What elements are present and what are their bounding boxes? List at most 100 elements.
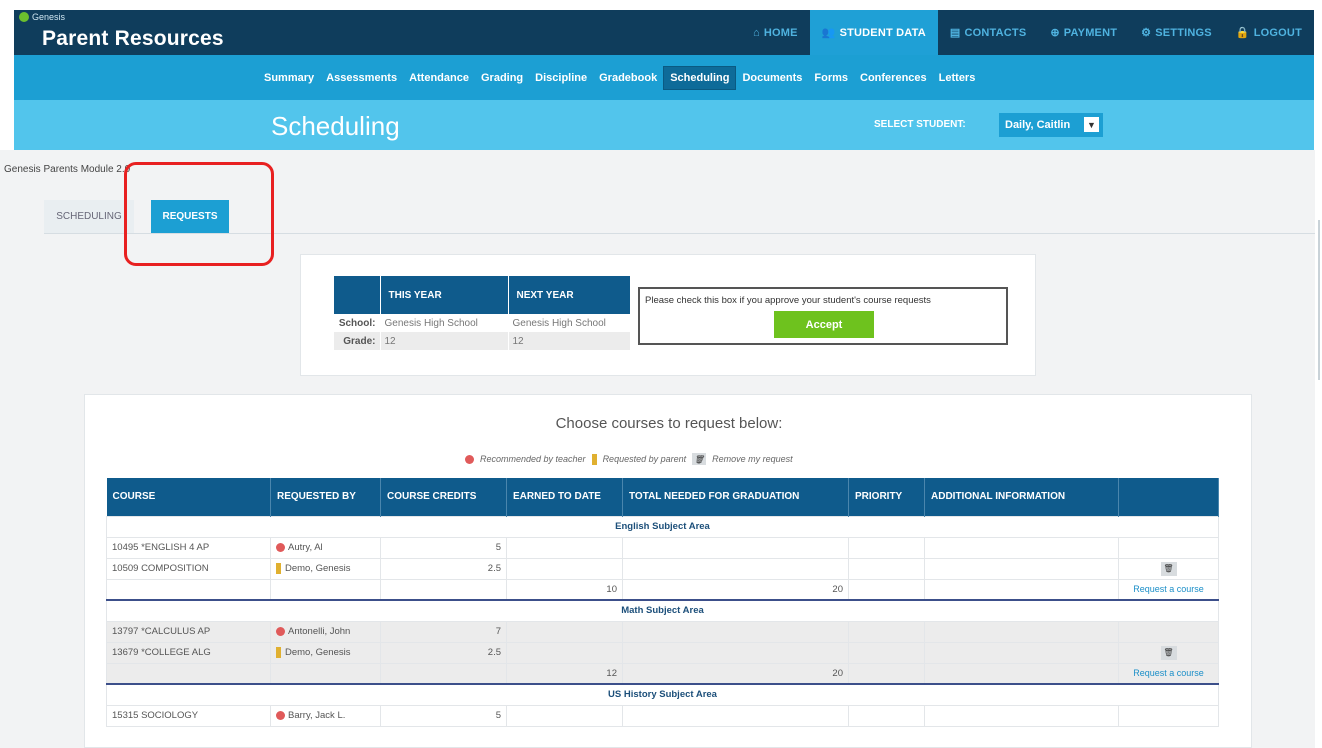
total-needed: 20 xyxy=(622,578,849,601)
nav-home[interactable]: ⌂ HOME xyxy=(741,10,810,55)
table-row: 10509 COMPOSITION Demo, Genesis 2.5 🗑 xyxy=(106,557,1219,580)
request-course-link[interactable]: Request a course xyxy=(1133,584,1204,594)
subject-area-name: Math Subject Area xyxy=(106,599,1219,622)
empty-cell xyxy=(848,557,925,580)
empty-cell xyxy=(924,536,1119,559)
subject-area-row: US History Subject Area xyxy=(106,683,1219,706)
column-header: REQUESTED BY xyxy=(270,478,381,516)
empty-cell xyxy=(924,641,1119,664)
nav-label: PAYMENT xyxy=(1063,26,1118,39)
empty-cell xyxy=(924,662,1119,685)
requested-by-name: Antonelli, John xyxy=(288,626,351,637)
subnav-summary[interactable]: Summary xyxy=(258,67,320,89)
legend-requested: Requested by parent xyxy=(602,454,687,464)
credits-cell: 7 xyxy=(380,620,507,643)
credits-cell: 5 xyxy=(380,704,507,727)
course-cell: 13679 *COLLEGE ALG xyxy=(106,641,271,664)
column-header xyxy=(1118,478,1219,516)
lock-icon: 🔒 xyxy=(1235,27,1250,39)
credits-cell: 5 xyxy=(380,536,507,559)
trash-icon[interactable]: 🗑 xyxy=(1160,561,1177,576)
legend-recommended: Recommended by teacher xyxy=(480,454,586,464)
choose-courses-heading: Choose courses to request below: xyxy=(555,415,783,432)
action-cell xyxy=(1118,704,1219,727)
payment-icon: ⊕ xyxy=(1050,27,1060,39)
course-code: 13679 xyxy=(112,647,139,658)
subject-area-name: English Subject Area xyxy=(106,515,1219,538)
subnav-grading[interactable]: Grading xyxy=(475,67,529,89)
info-row-school: School: Genesis High School Genesis High… xyxy=(334,314,631,332)
course-code: 10495 xyxy=(112,542,139,553)
approve-text: Please check this box if you approve you… xyxy=(645,295,931,306)
recommended-icon xyxy=(276,626,285,636)
settings-icon: ⚙ xyxy=(1141,27,1152,39)
column-header: ADDITIONAL INFORMATION xyxy=(924,478,1119,516)
nav-payment[interactable]: ⊕ PAYMENT xyxy=(1038,10,1129,55)
subnav-documents[interactable]: Documents xyxy=(736,67,808,89)
empty-cell xyxy=(848,620,925,643)
nav-label: STUDENT DATA xyxy=(839,26,926,39)
subnav-forms[interactable]: Forms xyxy=(808,67,854,89)
subnav-conferences[interactable]: Conferences xyxy=(854,67,933,89)
breadcrumb: Genesis Parents Module 2.0 xyxy=(4,164,131,175)
brand-logo[interactable]: Genesis xyxy=(19,12,65,22)
course-name: *ENGLISH 4 AP xyxy=(141,542,210,553)
scrollbar[interactable] xyxy=(1318,220,1320,380)
nav-logout[interactable]: 🔒 LOGOUT xyxy=(1224,10,1314,55)
empty-cell xyxy=(506,557,623,580)
request-course-link[interactable]: Request a course xyxy=(1133,668,1204,678)
requested-by-cell: Demo, Genesis xyxy=(270,641,381,664)
column-header: PRIORITY xyxy=(848,478,925,516)
year-info-card: THIS YEAR NEXT YEAR School: Genesis High… xyxy=(300,254,1036,376)
app-title: Parent Resources xyxy=(42,27,224,50)
student-select[interactable]: Daily, Caitlin ▼ xyxy=(999,113,1103,137)
requested-by-cell: Antonelli, John xyxy=(270,620,381,643)
nav-settings[interactable]: ⚙ SETTINGS xyxy=(1129,10,1224,55)
info-header-blank xyxy=(334,276,381,314)
empty-cell xyxy=(506,620,623,643)
nav-label: CONTACTS xyxy=(964,26,1027,39)
subnav-attendance[interactable]: Attendance xyxy=(403,67,475,89)
course-requests-card: Choose courses to request below: Recomme… xyxy=(84,394,1252,748)
subnav-scheduling[interactable]: Scheduling xyxy=(663,65,737,90)
column-header: COURSE xyxy=(106,478,271,516)
trash-icon: 🗑 xyxy=(692,453,707,465)
empty-cell xyxy=(924,578,1119,601)
empty-cell xyxy=(622,536,849,559)
info-header-this-year: THIS YEAR xyxy=(380,276,509,314)
credits-cell: 2.5 xyxy=(380,641,507,664)
subnav-assessments[interactable]: Assessments xyxy=(320,67,403,89)
nav-student-data[interactable]: 👥 STUDENT DATA xyxy=(809,10,938,55)
table-row: 10495 *ENGLISH 4 AP Autry, Al 5 xyxy=(106,536,1219,559)
table-row: 13679 *COLLEGE ALG Demo, Genesis 2.5 🗑 xyxy=(106,641,1219,664)
nav-contacts[interactable]: ▤ CONTACTS xyxy=(938,10,1038,55)
empty-cell xyxy=(270,662,381,685)
action-cell xyxy=(1118,536,1219,559)
subnav-gradebook[interactable]: Gradebook xyxy=(593,67,663,89)
chevron-down-icon[interactable]: ▼ xyxy=(1084,117,1099,132)
top-nav: ⌂ HOME 👥 STUDENT DATA ▤ CONTACTS ⊕ PAYMENT ⚙ SETT… xyxy=(741,10,1314,55)
subject-area-name: US History Subject Area xyxy=(106,683,1219,706)
empty-cell xyxy=(380,662,507,685)
nav-label: SETTINGS xyxy=(1155,26,1212,39)
subnav-letters[interactable]: Letters xyxy=(933,67,982,89)
course-cell: 13797 *CALCULUS AP xyxy=(106,620,271,643)
course-name: *CALCULUS AP xyxy=(141,626,211,637)
empty-cell xyxy=(622,641,849,664)
page-title: Scheduling xyxy=(271,111,400,141)
empty-cell xyxy=(622,620,849,643)
accept-button[interactable]: Accept xyxy=(774,311,874,338)
student-data-icon: 👥 xyxy=(821,27,836,39)
request-course-cell: Request a course xyxy=(1118,578,1219,601)
trash-icon[interactable]: 🗑 xyxy=(1160,645,1177,660)
info-value: Genesis High School xyxy=(508,314,631,332)
subnav-discipline[interactable]: Discipline xyxy=(529,67,593,89)
requested-by-cell: Autry, Al xyxy=(270,536,381,559)
legend-remove: Remove my request xyxy=(712,454,793,464)
title-band: Scheduling SELECT STUDENT: Daily, Caitli… xyxy=(14,100,1314,150)
tab-scheduling[interactable]: SCHEDULING xyxy=(44,200,134,233)
earned-to-date: 10 xyxy=(506,578,623,601)
course-table-header: COURSE REQUESTED BY COURSE CREDITS EARNED T… xyxy=(106,478,1219,516)
info-header-next-year: NEXT YEAR xyxy=(508,276,631,314)
course-cell: 15315 SOCIOLOGY xyxy=(106,704,271,727)
